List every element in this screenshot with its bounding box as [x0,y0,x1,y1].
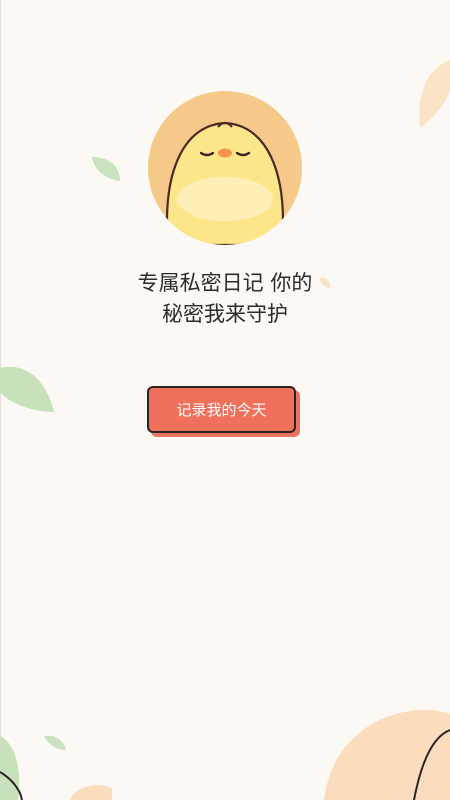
tagline-line-2: 秘密我来守护 [162,302,288,326]
peach-decoration-bottom-right [324,710,450,800]
leaf-decoration-top-right [419,60,450,128]
chick-avatar-icon [148,91,302,245]
tagline-line-1: 专属私密日记 你的 [137,271,313,295]
leaf-decoration-left-green [0,366,54,412]
peach-decoration-bottom-center [70,785,112,800]
tagline: 专属私密日记 你的 秘密我来守护 [0,268,450,330]
record-today-button[interactable]: 记录我的今天 [147,386,296,433]
avatar [148,91,302,245]
record-today-button-label: 记录我的今天 [176,401,267,419]
leaf-decoration-small-green [92,157,120,181]
